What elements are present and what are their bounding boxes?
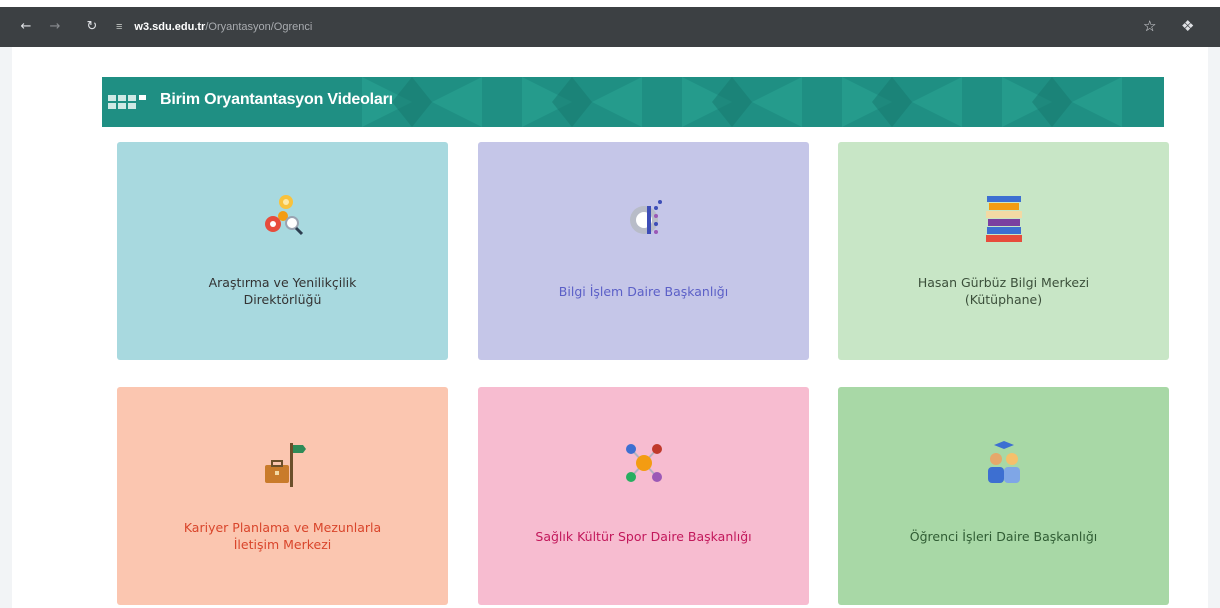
card-label: Hasan Gürbüz Bilgi Merkezi (Kütüphane) xyxy=(917,275,1090,307)
section-header: Birim Oryantantasyon Videoları xyxy=(102,77,1164,127)
window-top-strip xyxy=(0,0,1220,7)
tech-gear-icon xyxy=(629,200,662,234)
card-kariyer[interactable]: Kariyer Planlama ve Mezunlarla İletişim … xyxy=(117,387,448,605)
gears-search-icon xyxy=(264,195,303,236)
address-bar[interactable]: ≡ w3.sdu.edu.tr/Oryantasyon/Ogrenci xyxy=(116,15,312,39)
page-title: Birim Oryantantasyon Videoları xyxy=(160,91,393,108)
reload-icon[interactable]: ↻ xyxy=(83,18,101,36)
card-label: Öğrenci İşleri Daire Başkanlığı xyxy=(909,529,1098,544)
card-label: Araştırma ve Yenilikçilik Direktörlüğü xyxy=(208,275,357,307)
page-content: Birim Oryantantasyon Videoları Araştırma… xyxy=(12,47,1208,608)
logo-icon xyxy=(108,95,146,109)
puzzle-icon[interactable]: ❖ xyxy=(1181,17,1194,35)
students-icon xyxy=(987,441,1020,483)
card-saglik-kultur-spor[interactable]: Sağlık Kültür Spor Daire Başkanlığı xyxy=(478,387,809,605)
card-label: Kariyer Planlama ve Mezunlarla İletişim … xyxy=(183,520,382,552)
browser-toolbar: ← → ↻ ≡ w3.sdu.edu.tr/Oryantasyon/Ogrenc… xyxy=(0,7,1220,47)
card-ogrenci-isleri[interactable]: Öğrenci İşleri Daire Başkanlığı xyxy=(838,387,1169,605)
card-bilgi-islem[interactable]: Bilgi İşlem Daire Başkanlığı xyxy=(478,142,809,360)
star-icon[interactable]: ☆ xyxy=(1143,17,1156,35)
card-label: Bilgi İşlem Daire Başkanlığı xyxy=(558,284,729,299)
url-host: w3.sdu.edu.tr xyxy=(134,21,206,33)
card-arastirma[interactable]: Araştırma ve Yenilikçilik Direktörlüğü xyxy=(117,142,448,360)
arrow-right-icon[interactable]: → xyxy=(46,18,64,36)
card-label: Sağlık Kültür Spor Daire Başkanlığı xyxy=(535,529,752,544)
books-icon xyxy=(985,196,1022,242)
network-icon xyxy=(625,444,662,482)
arrow-left-icon[interactable]: ← xyxy=(17,18,35,36)
card-kutuphane[interactable]: Hasan Gürbüz Bilgi Merkezi (Kütüphane) xyxy=(838,142,1169,360)
site-info-icon[interactable]: ≡ xyxy=(116,21,122,33)
url-path: /Oryantasyon/Ogrenci xyxy=(205,21,313,33)
briefcase-signpost-icon xyxy=(264,443,306,487)
